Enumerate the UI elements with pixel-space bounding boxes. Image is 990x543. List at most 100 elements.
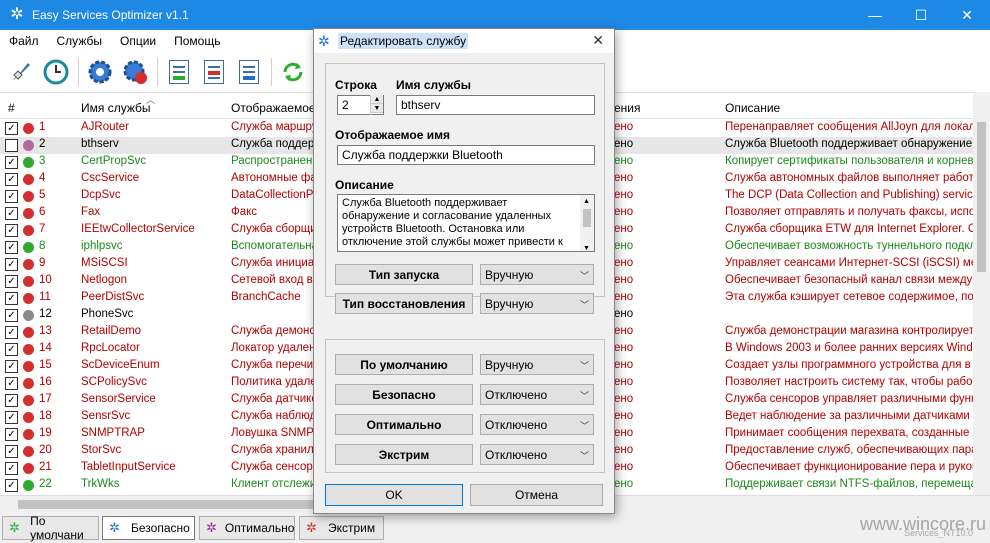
scroll-up-icon[interactable]: ▲ xyxy=(583,195,590,208)
dialog-title: Редактировать службу xyxy=(338,33,469,49)
refresh-icon[interactable] xyxy=(278,57,308,87)
description-scrollbar[interactable]: ▲ ▼ xyxy=(580,195,594,251)
service-name: PeerDistSvc xyxy=(81,291,145,303)
row-number: 18 xyxy=(39,410,52,422)
row-checkbox[interactable]: ✓ xyxy=(5,326,18,339)
service-name: MSiSCSI xyxy=(81,257,128,269)
doc-edit-icon[interactable] xyxy=(234,57,264,87)
gear-blue-icon[interactable] xyxy=(85,57,115,87)
service-description: Служба сборщика ETW для Internet Explore… xyxy=(725,223,973,235)
dialog-close-icon[interactable]: ✕ xyxy=(592,32,604,49)
doc-remove-icon[interactable] xyxy=(199,57,229,87)
spin-up-icon[interactable]: ▲ xyxy=(371,95,383,104)
rocket-icon[interactable] xyxy=(6,57,36,87)
preset-safe-select[interactable]: Отключено ﹀ xyxy=(480,384,594,405)
row-checkbox[interactable]: ✓ xyxy=(5,462,18,475)
row-checkbox[interactable]: ✓ xyxy=(5,207,18,220)
row-checkbox[interactable]: ✓ xyxy=(5,411,18,424)
row-checkbox[interactable]: ✓ xyxy=(5,156,18,169)
status-dot-icon xyxy=(23,361,34,372)
row-checkbox[interactable]: ✓ xyxy=(5,241,18,254)
row-checkbox[interactable]: ✓ xyxy=(5,428,18,441)
display-name: Ловушка SNMP xyxy=(231,427,314,439)
clock-icon[interactable] xyxy=(41,57,71,87)
service-status: ено xyxy=(614,478,634,490)
close-icon[interactable]: ✕ xyxy=(944,0,990,30)
service-name-label: Имя службы xyxy=(396,78,471,92)
recovery-type-select[interactable]: Вручную ﹀ xyxy=(480,293,594,314)
service-name: TrkWks xyxy=(81,478,120,490)
service-name: RpcLocator xyxy=(81,342,140,354)
preset-default-value: Вручную xyxy=(485,358,534,372)
menu-file[interactable]: Файл xyxy=(0,34,48,48)
service-name-field[interactable]: bthserv xyxy=(396,95,595,115)
status-dot-icon xyxy=(23,480,34,491)
row-checkbox[interactable]: ✓ xyxy=(5,309,18,322)
row-checkbox[interactable]: ✓ xyxy=(5,173,18,186)
service-info-group: Строка 2 ▲ ▼ Имя службы bthserv Отображае… xyxy=(325,63,605,297)
service-description: Служба Bluetooth поддерживает обнаружени… xyxy=(725,138,973,150)
scroll-down-icon[interactable]: ▼ xyxy=(583,242,590,251)
tab-default[interactable]: ✲ По умолчани xyxy=(2,514,99,542)
dialog-title-bar: ✲ Редактировать службу ✕ xyxy=(314,29,614,53)
row-stepper[interactable]: ▲ ▼ xyxy=(370,95,383,115)
doc-add-icon[interactable] xyxy=(164,57,194,87)
row-checkbox[interactable]: ✓ xyxy=(5,394,18,407)
gear-red-icon[interactable] xyxy=(120,57,150,87)
row-checkbox[interactable]: ✓ xyxy=(5,224,18,237)
startup-type-select[interactable]: Вручную ﹀ xyxy=(480,264,594,285)
col-desc[interactable]: Описание xyxy=(725,101,780,115)
display-name-field[interactable]: Служба поддержки Bluetooth xyxy=(337,145,595,165)
preset-default-label: По умолчанию xyxy=(335,354,473,375)
service-name: bthserv xyxy=(81,138,119,150)
service-status: ено xyxy=(614,189,634,201)
col-name[interactable]: Имя службы xyxy=(81,101,151,115)
status-dot-icon xyxy=(23,242,34,253)
chevron-down-icon: ﹀ xyxy=(579,421,589,431)
ok-button[interactable]: OK xyxy=(325,484,463,506)
col-display[interactable]: Отображаемое и xyxy=(231,101,326,115)
row-checkbox[interactable] xyxy=(5,139,18,152)
service-status: ено xyxy=(614,393,634,405)
maximize-icon[interactable]: ☐ xyxy=(898,0,944,30)
col-num[interactable]: # xyxy=(8,101,15,115)
menu-help[interactable]: Помощь xyxy=(165,34,229,48)
service-description: Поддерживает связи NTFS-файлов, перемеща… xyxy=(725,478,973,490)
service-status: ено xyxy=(614,291,634,303)
service-name: StorSvc xyxy=(81,444,122,456)
description-text: Служба Bluetooth поддерживает обнаружени… xyxy=(342,197,563,248)
chevron-down-icon: ﹀ xyxy=(579,361,589,371)
service-status: ено xyxy=(614,342,634,354)
service-description: Предоставление служб, обеспечивающих пар… xyxy=(725,444,973,456)
row-checkbox[interactable]: ✓ xyxy=(5,190,18,203)
row-checkbox[interactable]: ✓ xyxy=(5,343,18,356)
service-status: ено xyxy=(614,427,634,439)
row-checkbox[interactable]: ✓ xyxy=(5,360,18,373)
tab-label: Экстрим xyxy=(328,521,376,535)
spin-down-icon[interactable]: ▼ xyxy=(371,104,383,113)
row-checkbox[interactable]: ✓ xyxy=(5,292,18,305)
tab-safe[interactable]: ✲ Безопасно xyxy=(102,516,195,540)
col-status[interactable]: ения xyxy=(614,101,641,115)
menu-services[interactable]: Службы xyxy=(48,34,111,48)
row-checkbox[interactable]: ✓ xyxy=(5,479,18,492)
row-checkbox[interactable]: ✓ xyxy=(5,122,18,135)
row-checkbox[interactable]: ✓ xyxy=(5,275,18,288)
recovery-type-value: Вручную xyxy=(485,297,534,311)
tab-optimal[interactable]: ✲ Оптимально xyxy=(199,516,295,540)
row-checkbox[interactable]: ✓ xyxy=(5,377,18,390)
preset-default-select[interactable]: Вручную ﹀ xyxy=(480,354,594,375)
tab-extreme[interactable]: ✲ Экстрим xyxy=(299,516,384,540)
status-dot-icon xyxy=(23,327,34,338)
row-value: 2 xyxy=(342,98,349,112)
minimize-icon[interactable]: — xyxy=(852,0,898,30)
preset-extreme-select[interactable]: Отключено ﹀ xyxy=(480,444,594,465)
menu-options[interactable]: Опции xyxy=(111,34,165,48)
row-checkbox[interactable]: ✓ xyxy=(5,258,18,271)
vertical-scrollbar[interactable] xyxy=(973,92,990,495)
description-field[interactable]: Служба Bluetooth поддерживает обнаружени… xyxy=(337,194,595,252)
service-name: SCPolicySvc xyxy=(81,376,147,388)
preset-optimal-select[interactable]: Отключено ﹀ xyxy=(480,414,594,435)
cancel-button[interactable]: Отмена xyxy=(470,484,603,506)
row-checkbox[interactable]: ✓ xyxy=(5,445,18,458)
